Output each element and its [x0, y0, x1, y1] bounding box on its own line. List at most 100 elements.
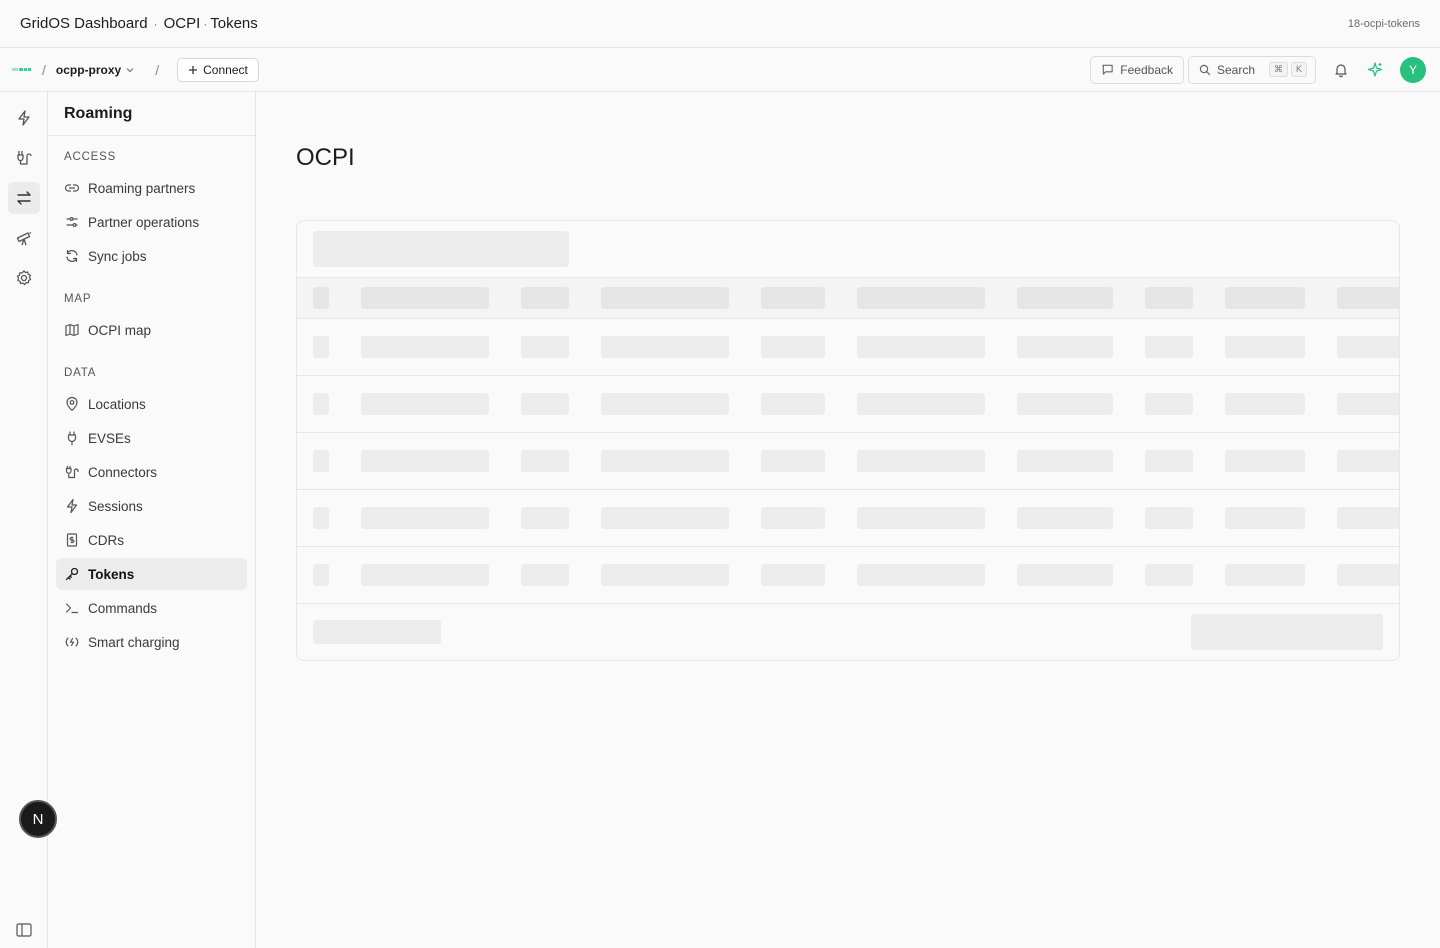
skeleton-cell [601, 450, 729, 472]
product-menu: Roaming ACCESS Roaming partners Partner … [48, 92, 256, 948]
skeleton-cell [313, 336, 329, 358]
project-name: ocpp-proxy [55, 62, 122, 77]
skeleton-header-cell [1337, 287, 1399, 309]
collapse-sidebar-button[interactable] [15, 921, 33, 944]
gear-icon [16, 270, 32, 286]
menu-section-title: ACCESS [64, 151, 117, 163]
skeleton-cell [1145, 564, 1193, 586]
page-title: OCPI [296, 144, 355, 171]
menu-item-connectors[interactable]: Connectors [56, 456, 247, 488]
skeleton-cell [361, 336, 489, 358]
skeleton-header-cell [857, 287, 985, 309]
skeleton-footer-right [1191, 614, 1383, 650]
menu-item-tokens[interactable]: Tokens [56, 558, 247, 590]
rail-item-roaming[interactable] [8, 182, 40, 214]
menu-item-roaming-partners[interactable]: Roaming partners [56, 172, 247, 204]
sliders-icon [66, 216, 78, 228]
menu-item-locations[interactable]: Locations [56, 388, 247, 420]
skeleton-cell [361, 507, 489, 529]
row-divider [297, 546, 1399, 547]
rail-item-settings[interactable] [8, 262, 40, 294]
menu-item-label: Roaming partners [88, 180, 196, 196]
menu-item-cdrs[interactable]: CDRs [56, 524, 247, 556]
menu-item-label: Locations [88, 396, 146, 412]
skeleton-cell [521, 336, 569, 358]
cable-icon [65, 466, 79, 479]
chevron-down-icon [126, 67, 134, 72]
skeleton-header-cell [313, 287, 329, 309]
skeleton-cell [601, 393, 729, 415]
section-title: OCPI [163, 15, 201, 32]
row-divider [297, 489, 1399, 490]
skeleton-cell [521, 393, 569, 415]
menu-item-commands[interactable]: Commands [56, 592, 247, 624]
skeleton-cell [313, 507, 329, 529]
menu-item-ocpi-map[interactable]: OCPI map [56, 314, 247, 346]
user-avatar[interactable]: Y [1400, 56, 1426, 83]
menu-item-sessions[interactable]: Sessions [56, 490, 247, 522]
breadcrumb-separator: / [155, 61, 160, 78]
skeleton-cell [761, 564, 825, 586]
search-button[interactable]: Search ⌘ K [1188, 55, 1316, 84]
menu-item-smart-charging[interactable]: Smart charging [56, 626, 247, 658]
skeleton-cell [601, 336, 729, 358]
page-name: Tokens [210, 15, 258, 32]
dev-indicator-badge[interactable]: N [19, 800, 57, 838]
skeleton-toolbar [313, 231, 569, 267]
sparkles-icon [1367, 61, 1383, 77]
key-icon [65, 567, 79, 581]
rail-item-sessions[interactable] [8, 102, 40, 134]
skeleton-cell [857, 336, 985, 358]
skeleton-cell [761, 393, 825, 415]
project-selector[interactable]: ocpp-proxy [56, 63, 135, 77]
skeleton-cell [761, 507, 825, 529]
assistant-button[interactable] [1360, 55, 1390, 85]
menu-item-label: Partner operations [88, 214, 200, 230]
menu-item-evses[interactable]: EVSEs [56, 422, 247, 454]
skeleton-cell [1145, 507, 1193, 529]
skeleton-cell [1225, 564, 1305, 586]
lightning-icon [66, 498, 78, 514]
skeleton-header-cell [1017, 287, 1113, 309]
top-navigation: / ocpp-proxy / Connect Feedback Search ⌘… [0, 48, 1440, 92]
skeleton-header-cell [1145, 287, 1193, 309]
menu-section-title: DATA [64, 367, 97, 379]
connect-button[interactable]: Connect [177, 57, 259, 82]
skeleton-cell [1017, 507, 1113, 529]
rail-item-telescope[interactable] [8, 222, 40, 254]
menu-item-sync-jobs[interactable]: Sync jobs [56, 240, 247, 272]
skeleton-cell [313, 564, 329, 586]
skeleton-cell [313, 393, 329, 415]
app-title: GridOS Dashboard [20, 15, 148, 32]
skeleton-cell [1337, 564, 1399, 586]
skeleton-cell [1225, 393, 1305, 415]
terminal-icon [65, 603, 79, 614]
map-pin-icon [66, 396, 78, 412]
menu-item-label: Sync jobs [88, 248, 147, 264]
feedback-button[interactable]: Feedback [1090, 55, 1184, 84]
connect-label: Connect [203, 62, 248, 77]
skeleton-header-cell [1225, 287, 1305, 309]
brand-logo[interactable] [12, 67, 32, 73]
skeleton-cell [857, 564, 985, 586]
menu-item-label: CDRs [88, 532, 124, 548]
notifications-button[interactable] [1326, 55, 1356, 85]
skeleton-cell [1225, 450, 1305, 472]
feedback-label: Feedback [1120, 62, 1173, 77]
skeleton-cell [1017, 336, 1113, 358]
skeleton-footer-left [313, 620, 441, 644]
skeleton-cell [1145, 393, 1193, 415]
lightning-icon [18, 110, 30, 126]
plus-icon [189, 65, 198, 74]
telescope-icon [16, 231, 32, 246]
row-divider [297, 375, 1399, 376]
rail-item-connectors[interactable] [8, 142, 40, 174]
menu-item-label: Smart charging [88, 634, 180, 650]
menu-item-partner-operations[interactable]: Partner operations [56, 206, 247, 238]
plug-icon [17, 151, 32, 165]
receipt-icon [66, 533, 78, 547]
skeleton-cell [313, 450, 329, 472]
menu-item-label: Tokens [88, 566, 135, 582]
skeleton-cell [1225, 336, 1305, 358]
link-icon [64, 184, 80, 192]
